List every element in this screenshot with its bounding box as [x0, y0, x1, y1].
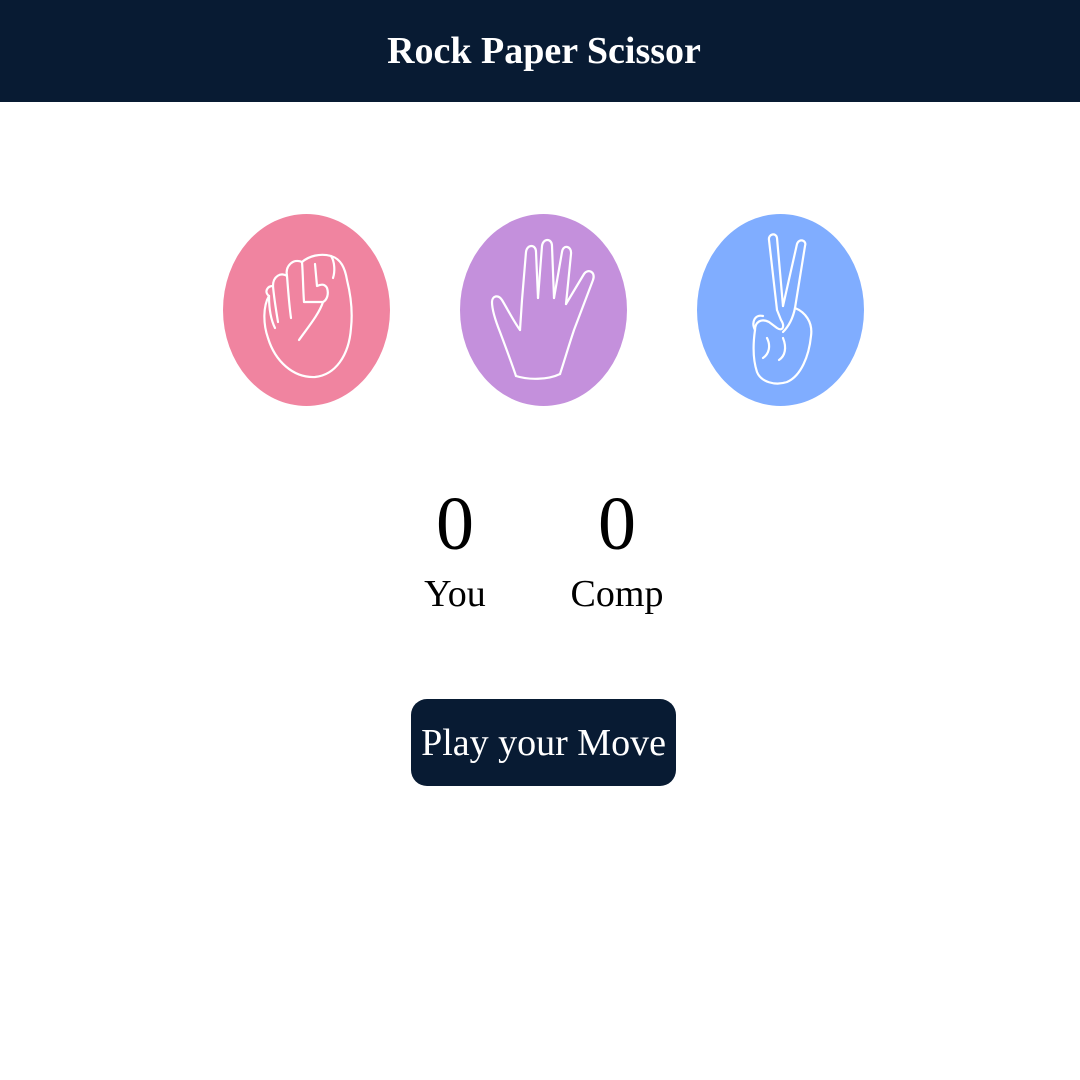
page-title: Rock Paper Scissor — [387, 30, 701, 72]
rock-choice[interactable] — [223, 214, 390, 406]
user-score-value: 0 — [436, 482, 474, 566]
comp-score-value: 0 — [598, 482, 636, 566]
fist-icon — [223, 214, 390, 406]
play-move-button[interactable]: Play your Move — [411, 699, 676, 786]
header: Rock Paper Scissor — [0, 0, 1080, 102]
paper-choice[interactable] — [460, 214, 627, 406]
comp-score-label: Comp — [570, 573, 664, 615]
scissors-choice[interactable] — [697, 214, 864, 406]
user-score: 0 You — [400, 486, 510, 616]
peace-sign-icon — [697, 214, 864, 406]
user-score-label: You — [424, 573, 486, 615]
comp-score: 0 Comp — [557, 486, 677, 616]
open-hand-icon — [460, 214, 627, 406]
